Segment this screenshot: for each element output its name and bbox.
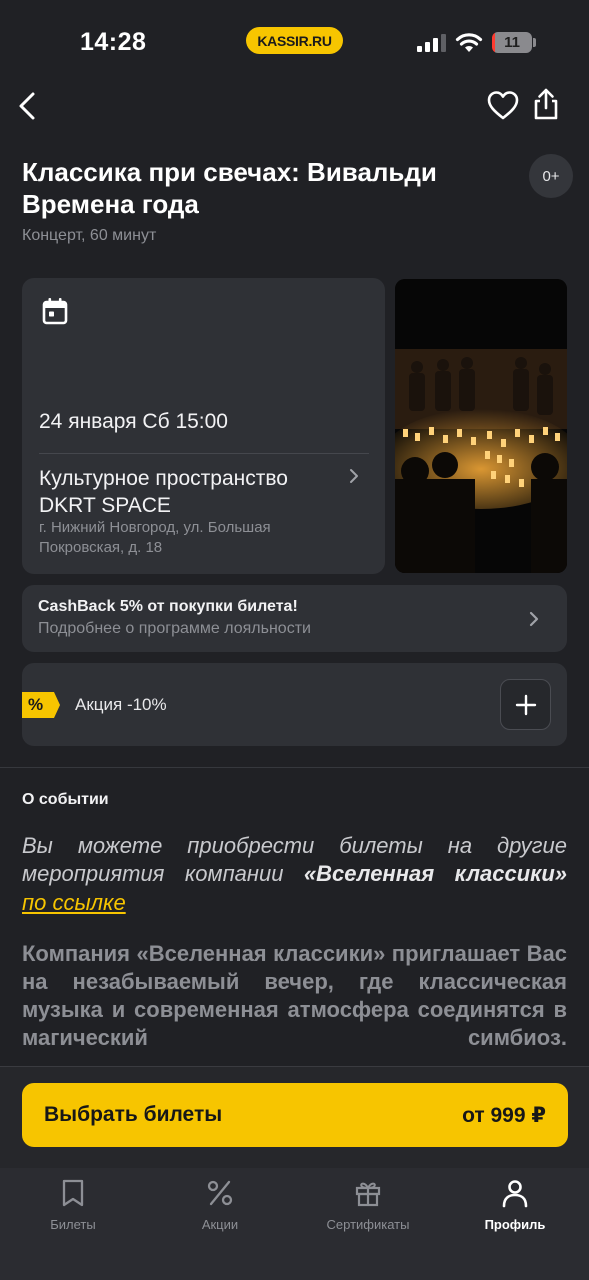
discount-ticket-icon: % bbox=[22, 690, 60, 720]
select-tickets-button[interactable]: Выбрать билеты от 999 ₽ bbox=[22, 1083, 568, 1147]
tab-tickets[interactable]: Билеты bbox=[3, 1178, 143, 1232]
age-rating-badge: 0+ bbox=[529, 154, 573, 198]
tab-label: Билеты bbox=[50, 1217, 96, 1232]
heart-icon[interactable] bbox=[486, 89, 520, 123]
cashback-subtitle: Подробнее о программе лояльности bbox=[38, 620, 311, 637]
share-icon[interactable] bbox=[530, 86, 562, 122]
tab-promotions[interactable]: Акции bbox=[150, 1178, 290, 1232]
buy-label: Выбрать билеты bbox=[44, 1103, 223, 1126]
kassir-logo: KASSIR.RU bbox=[246, 27, 343, 54]
cashback-banner[interactable] bbox=[22, 585, 567, 652]
wifi-icon bbox=[455, 33, 483, 52]
promo-label: Акция -10% bbox=[75, 695, 167, 714]
event-date: 24 января Сб 15:00 bbox=[39, 410, 228, 433]
tab-label: Профиль bbox=[484, 1217, 546, 1232]
about-paragraph-1: Вы можете приобрести билеты на другие ме… bbox=[22, 832, 567, 888]
concert-image bbox=[395, 279, 567, 573]
event-title: Классика при свечах: Вивальди Времена го… bbox=[22, 157, 437, 219]
chevron-right-icon[interactable] bbox=[346, 466, 362, 486]
about-link[interactable]: по ссылке bbox=[22, 889, 126, 917]
gift-icon bbox=[355, 1182, 381, 1207]
about-heading: О событии bbox=[22, 791, 109, 808]
chevron-right-icon[interactable] bbox=[526, 608, 542, 630]
ticket-bookmark-icon bbox=[62, 1179, 84, 1207]
venue-link[interactable]: Культурное пространство DKRT SPACE bbox=[39, 465, 329, 519]
about-p1-company: «Вселенная классики» bbox=[303, 861, 567, 886]
profile-icon bbox=[502, 1180, 528, 1208]
event-subtitle: Концерт, 60 минут bbox=[22, 227, 157, 244]
percent-icon bbox=[207, 1180, 233, 1206]
chevron-left-icon[interactable] bbox=[12, 88, 44, 124]
tab-label: Сертификаты bbox=[326, 1217, 410, 1232]
about-paragraph-2: Компания «Вселенная классики» приглашает… bbox=[22, 941, 567, 1050]
add-promo-button[interactable] bbox=[500, 679, 551, 730]
event-photo[interactable] bbox=[395, 279, 567, 573]
tab-label: Акции bbox=[201, 1217, 239, 1232]
plus-icon bbox=[515, 694, 536, 715]
battery-indicator: 11 bbox=[492, 32, 532, 53]
calendar-icon bbox=[42, 298, 68, 325]
section-divider bbox=[0, 767, 589, 768]
promo-badge-text: % bbox=[28, 695, 44, 714]
card-divider bbox=[39, 453, 369, 454]
battery-tip bbox=[533, 38, 536, 47]
status-time: 14:28 bbox=[80, 28, 147, 56]
cashback-title: CashBack 5% от покупки билета! bbox=[38, 598, 298, 615]
tab-profile[interactable]: Профиль bbox=[445, 1178, 585, 1232]
tab-certificates[interactable]: Сертификаты bbox=[298, 1178, 438, 1232]
venue-address: г. Нижний Новгород, ул. Большая Покровск… bbox=[39, 519, 271, 556]
buy-price: от 999 ₽ bbox=[462, 1103, 546, 1127]
cellular-signal-icon bbox=[417, 34, 446, 52]
